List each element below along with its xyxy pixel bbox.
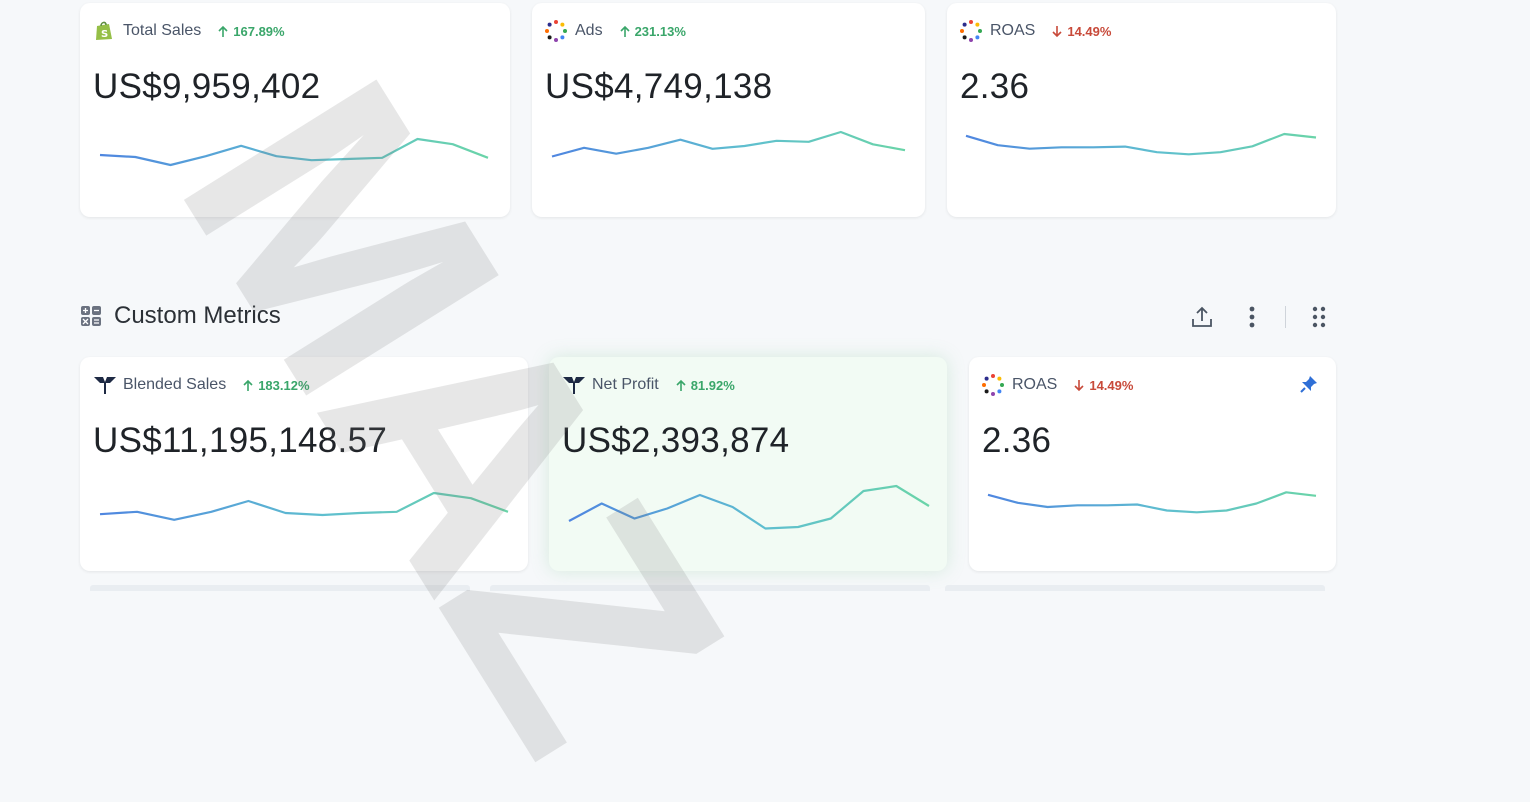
section-title: Custom Metrics bbox=[114, 302, 281, 329]
card-title: Total Sales bbox=[123, 22, 202, 39]
next-row-card-edge bbox=[945, 585, 1325, 591]
export-button[interactable] bbox=[1185, 302, 1219, 332]
trend-badge: 231.13% bbox=[619, 24, 686, 39]
sparkline-path bbox=[99, 137, 489, 167]
grid-calculator-icon bbox=[80, 305, 102, 332]
next-row-card-edge bbox=[90, 585, 470, 591]
trend-badge: 14.49% bbox=[1051, 24, 1111, 39]
drag-grip-icon bbox=[1312, 306, 1326, 328]
arrow-down-icon bbox=[1052, 25, 1062, 37]
trend-value: 14.49% bbox=[1067, 23, 1112, 39]
multicolor-dots-icon bbox=[960, 20, 982, 42]
metric-value: US$4,749,138 bbox=[545, 67, 773, 106]
sparkline-path bbox=[568, 484, 930, 530]
more-options-button[interactable] bbox=[1235, 302, 1269, 332]
triple-whale-icon bbox=[562, 374, 585, 396]
arrow-up-icon bbox=[243, 379, 253, 391]
sparkline-chart bbox=[568, 484, 930, 530]
ads-card[interactable]: Ads 231.13% US$4,749,138 bbox=[532, 3, 925, 217]
blended-sales-card[interactable]: Blended Sales 183.12% US$11,195,148.57 bbox=[80, 357, 528, 571]
svg-text:S: S bbox=[101, 29, 108, 40]
trend-badge: 183.12% bbox=[242, 377, 310, 393]
trend-badge: 81.92% bbox=[675, 378, 735, 393]
custom-metrics-section-header: Custom Metrics bbox=[80, 300, 1336, 332]
sparkline-chart bbox=[551, 130, 906, 158]
metric-value: US$2,393,874 bbox=[562, 421, 790, 460]
pin-icon bbox=[1300, 376, 1317, 393]
triple-whale-icon bbox=[93, 374, 116, 396]
card-title: Blended Sales bbox=[123, 376, 227, 393]
next-row-card-edge bbox=[490, 585, 930, 591]
trend-value: 167.89% bbox=[233, 23, 285, 39]
card-header: ROAS 14.49% bbox=[960, 18, 1111, 44]
net-profit-card[interactable]: Net Profit 81.92% US$2,393,874 bbox=[549, 357, 947, 571]
card-header: Blended Sales 183.12% bbox=[93, 372, 310, 398]
total-sales-card[interactable]: S Total Sales 167.89% US$9,959,402 bbox=[80, 3, 510, 217]
section-actions bbox=[1185, 302, 1336, 332]
arrow-up-icon bbox=[218, 25, 228, 37]
card-title: Ads bbox=[575, 22, 603, 39]
multicolor-dots-icon bbox=[982, 374, 1004, 396]
card-header: Ads 231.13% bbox=[545, 18, 686, 44]
sparkline-path bbox=[99, 491, 509, 521]
sparkline-chart bbox=[965, 132, 1317, 156]
roas-card[interactable]: ROAS 14.49% 2.36 bbox=[947, 3, 1336, 217]
drag-handle[interactable] bbox=[1302, 302, 1336, 332]
metric-value: US$11,195,148.57 bbox=[93, 421, 388, 460]
sparkline-chart bbox=[99, 491, 509, 521]
sparkline-path bbox=[987, 491, 1317, 514]
metric-value: 2.36 bbox=[960, 67, 1030, 106]
trend-value: 14.49% bbox=[1089, 377, 1134, 393]
card-header: S Total Sales 167.89% bbox=[93, 18, 285, 44]
upload-icon bbox=[1192, 306, 1212, 327]
vertical-dots-icon bbox=[1249, 306, 1255, 328]
trend-value: 231.13% bbox=[634, 23, 686, 39]
arrow-down-icon bbox=[1074, 379, 1084, 391]
metric-value: US$9,959,402 bbox=[93, 67, 321, 106]
sparkline-path bbox=[965, 132, 1317, 156]
trend-badge: 14.49% bbox=[1073, 378, 1133, 393]
card-title: ROAS bbox=[990, 22, 1036, 39]
trend-value: 81.92% bbox=[690, 377, 735, 393]
shopify-icon: S bbox=[93, 20, 115, 42]
sparkline-chart bbox=[99, 137, 489, 167]
card-header: Net Profit 81.92% bbox=[562, 372, 735, 398]
arrow-up-icon bbox=[620, 25, 630, 37]
card-header: ROAS 14.49% bbox=[982, 372, 1133, 398]
pin-button[interactable] bbox=[1300, 375, 1318, 398]
sparkline-path bbox=[551, 130, 906, 158]
sparkline-chart bbox=[987, 491, 1317, 514]
card-title: Net Profit bbox=[592, 376, 659, 393]
multicolor-dots-icon bbox=[545, 20, 567, 42]
arrow-up-icon bbox=[676, 379, 686, 391]
card-title: ROAS bbox=[1012, 376, 1058, 393]
trend-value: 183.12% bbox=[258, 377, 310, 393]
metric-value: 2.36 bbox=[982, 421, 1052, 460]
roas-pinned-card[interactable]: ROAS 14.49% 2.36 bbox=[969, 357, 1336, 571]
trend-badge: 167.89% bbox=[217, 23, 285, 39]
divider bbox=[1285, 306, 1286, 328]
